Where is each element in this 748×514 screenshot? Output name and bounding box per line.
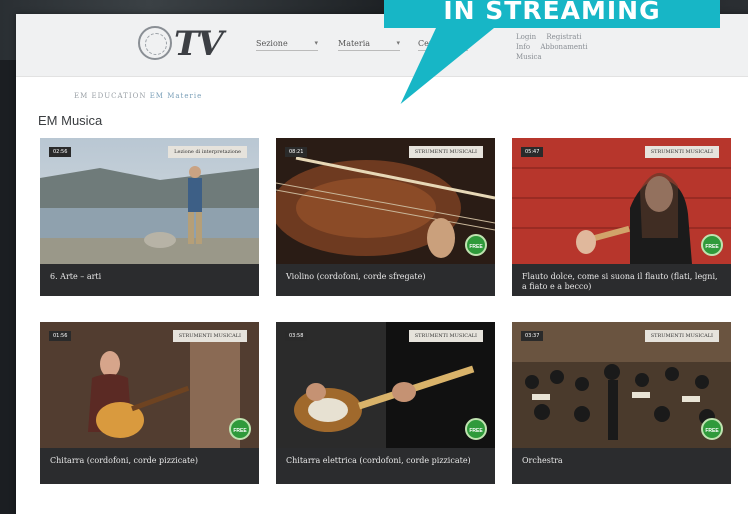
link-subscriptions[interactable]: Abbonamenti xyxy=(540,42,587,52)
video-title[interactable]: Chitarra elettrica (cordofoni, corde piz… xyxy=(276,448,495,484)
duration-badge: 01:56 xyxy=(49,331,72,341)
duration-badge: 05:47 xyxy=(521,147,544,157)
video-card-orchestra[interactable]: 03:37 STRUMENTI MUSICALI FREE Orchestra xyxy=(512,322,731,484)
breadcrumb-root[interactable]: EM EDUCATION xyxy=(74,92,146,100)
video-card-guitar[interactable]: 01:56 STRUMENTI MUSICALI FREE Chitarra (… xyxy=(40,322,259,484)
header-links: Login Registrati Info Abbonamenti Musica xyxy=(516,32,596,62)
video-title[interactable]: Chitarra (cordofoni, corde pizzicate) xyxy=(40,448,259,484)
category-tag: STRUMENTI MUSICALI xyxy=(408,330,483,342)
video-card-flute[interactable]: 05:47 STRUMENTI MUSICALI FREE Flauto dol… xyxy=(512,138,731,296)
subject-select-label: Materia xyxy=(338,39,371,48)
chevron-down-icon: ▾ xyxy=(396,39,400,47)
logo-tv[interactable]: TV xyxy=(174,24,224,64)
video-title[interactable]: Violino (cordofoni, corde sfregate) xyxy=(276,264,495,296)
category-tag: Lezione di interpretazione xyxy=(168,146,247,158)
video-title[interactable]: Orchestra xyxy=(512,448,731,484)
category-tag: STRUMENTI MUSICALI xyxy=(408,146,483,158)
category-tag: STRUMENTI MUSICALI xyxy=(644,146,719,158)
in-streaming-banner: IN STREAMING xyxy=(384,0,720,28)
link-info[interactable]: Info xyxy=(516,42,530,52)
link-login[interactable]: Login xyxy=(516,32,536,42)
subject-select[interactable]: Materia ▾ xyxy=(338,39,400,51)
free-badge: FREE xyxy=(465,234,487,256)
free-badge: FREE xyxy=(701,234,723,256)
section-title: EM Musica xyxy=(38,113,103,128)
link-music[interactable]: Musica xyxy=(516,52,542,62)
duration-badge: 03:58 xyxy=(285,331,308,341)
logo-seal-icon[interactable] xyxy=(138,26,172,60)
breadcrumb: EM EDUCATION EM Materie xyxy=(74,92,202,100)
video-card-arte[interactable]: 02:56 Lezione di interpretazione 6. Arte… xyxy=(40,138,259,296)
duration-badge: 08:21 xyxy=(285,147,308,157)
video-title[interactable]: Flauto dolce, come si suona il flauto (f… xyxy=(512,264,731,296)
video-card-electric-guitar[interactable]: 03:58 STRUMENTI MUSICALI FREE Chitarra e… xyxy=(276,322,495,484)
duration-badge: 03:37 xyxy=(521,331,544,341)
category-tag: STRUMENTI MUSICALI xyxy=(172,330,247,342)
duration-badge: 02:56 xyxy=(49,147,72,157)
breadcrumb-current[interactable]: EM Materie xyxy=(150,92,203,100)
free-badge: FREE xyxy=(701,418,723,440)
section-select[interactable]: Sezione ▾ xyxy=(256,39,318,51)
site-window: TV Sezione ▾ Materia ▾ Cerca... Login Re… xyxy=(16,14,748,514)
free-badge: FREE xyxy=(229,418,251,440)
chevron-down-icon: ▾ xyxy=(314,39,318,47)
video-card-violin[interactable]: 08:21 STRUMENTI MUSICALI FREE Violino (c… xyxy=(276,138,495,296)
link-register[interactable]: Registrati xyxy=(546,32,581,42)
category-tag: STRUMENTI MUSICALI xyxy=(644,330,719,342)
video-title[interactable]: 6. Arte – arti xyxy=(40,264,259,296)
section-select-label: Sezione xyxy=(256,39,288,48)
free-badge: FREE xyxy=(465,418,487,440)
